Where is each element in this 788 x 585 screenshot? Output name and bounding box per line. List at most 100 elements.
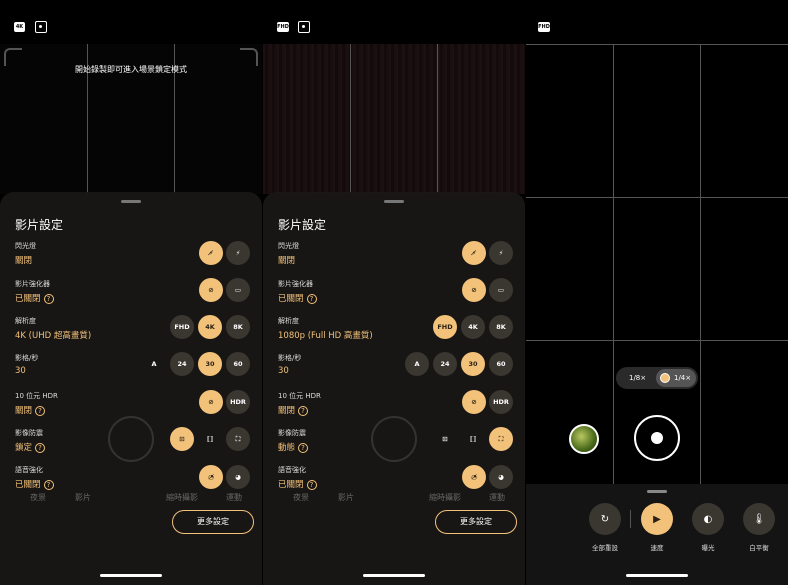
help-icon[interactable]: ? — [35, 405, 46, 416]
help-icon[interactable]: ? — [298, 442, 309, 453]
more-settings-button[interactable]: 更多設定 — [435, 510, 517, 534]
hdr-on-option[interactable]: HDR — [226, 390, 250, 414]
screen-4k-settings: 4K 開始錄製即可進入場景鎖定模式 影片設定 閃光燈 關閉 ⚡̸ ⚡ 影片強化器… — [0, 0, 262, 585]
fps-value: 30 — [278, 366, 289, 376]
active-stabilize-icon: ⛶ — [498, 434, 504, 443]
flash-on-option[interactable]: ⚡ — [489, 241, 513, 265]
help-icon[interactable]: ? — [43, 479, 54, 490]
grid-line — [350, 44, 351, 194]
enhancer-on-option[interactable]: ▭ — [226, 278, 250, 302]
panel-handle[interactable] — [647, 490, 667, 493]
resolution-fhd-option[interactable]: FHD — [170, 315, 194, 339]
video-settings-sheet: 影片設定 閃光燈 關閉 ⚡̸ ⚡ 影片強化器 已關閉? ⊘ ▭ 解析度 4K (… — [0, 192, 262, 585]
fps-30-option[interactable]: 30 — [461, 352, 485, 376]
fps-auto-option[interactable]: A — [405, 352, 429, 376]
mode-ghost: 運動 — [226, 493, 242, 502]
divider — [630, 510, 631, 528]
stabilization-active-option[interactable]: ⛶ — [489, 427, 513, 451]
resolution-4k-option[interactable]: 4K — [198, 315, 222, 339]
exposure-icon: ◐ — [703, 513, 713, 525]
enhancer-off-option[interactable]: ⊘ — [199, 278, 223, 302]
help-icon[interactable]: ? — [43, 293, 54, 304]
sheet-title: 影片設定 — [278, 218, 327, 232]
stabilization-value: 動態? — [278, 441, 309, 453]
flash-value: 關閉 — [15, 256, 33, 266]
fps-60-option[interactable]: 60 — [489, 352, 513, 376]
speech-off-option[interactable]: ◔̸ — [462, 465, 486, 489]
hdr-value: 關閉? — [278, 404, 309, 416]
stabilization-standard-option[interactable]: ⟦⟧ — [198, 427, 222, 451]
enhancer-off-option[interactable]: ⊘ — [462, 278, 486, 302]
stabilization-standard-option[interactable]: ⟦⟧ — [461, 427, 485, 451]
fps-60-option[interactable]: 60 — [226, 352, 250, 376]
help-icon[interactable]: ? — [306, 479, 317, 490]
stabilization-locked-option[interactable]: ⊡ — [433, 427, 457, 451]
help-icon[interactable]: ? — [306, 293, 317, 304]
white-balance-button[interactable]: 🌡 — [743, 503, 775, 535]
more-settings-button[interactable]: 更多設定 — [172, 510, 254, 534]
resolution-fhd-option[interactable]: FHD — [433, 315, 457, 339]
hdr-off-option[interactable]: ⊘ — [199, 390, 223, 414]
speed-option-1-8[interactable]: 1/8× — [629, 367, 646, 389]
speech-enhance-icon: ◕ — [498, 473, 504, 481]
fps-30-option[interactable]: 30 — [198, 352, 222, 376]
gesture-bar[interactable] — [363, 574, 425, 577]
speech-label: 語音強化 — [278, 466, 306, 474]
stabilize-icon: ⟦⟧ — [469, 435, 477, 443]
hdr-label: 10 位元 HDR — [15, 392, 58, 400]
help-icon[interactable]: ? — [35, 442, 46, 453]
speed-selector[interactable]: 1/8× 1/4× — [616, 367, 698, 389]
fps-24-option[interactable]: 24 — [433, 352, 457, 376]
enhancer-on-option[interactable]: ▭ — [489, 278, 513, 302]
reset-all-button[interactable]: ↻ — [589, 503, 621, 535]
hdr-on-option[interactable]: HDR — [489, 390, 513, 414]
help-icon[interactable]: ? — [298, 405, 309, 416]
flash-off-option[interactable]: ⚡̸ — [462, 241, 486, 265]
resolution-8k-option[interactable]: 8K — [226, 315, 250, 339]
flash-value: 關閉 — [278, 256, 296, 266]
grid-line — [437, 44, 438, 194]
gesture-bar[interactable] — [626, 574, 688, 577]
scan-icon[interactable] — [298, 21, 310, 33]
speech-off-icon: ◔̸ — [208, 473, 214, 481]
sheet-handle[interactable] — [384, 200, 404, 203]
enhancer-label: 影片強化器 — [278, 280, 313, 288]
scan-icon[interactable] — [35, 21, 47, 33]
speech-on-option[interactable]: ◕ — [226, 465, 250, 489]
gallery-thumbnail[interactable] — [569, 424, 599, 454]
exposure-button[interactable]: ◐ — [692, 503, 724, 535]
stabilization-active-option[interactable]: ⛶ — [226, 427, 250, 451]
resolution-8k-option[interactable]: 8K — [489, 315, 513, 339]
grid-line — [526, 44, 788, 45]
video-settings-sheet: 影片設定 閃光燈 關閉 ⚡̸ ⚡ 影片強化器 已關閉? ⊘ ▭ 解析度 1080… — [263, 192, 525, 585]
flash-on-option[interactable]: ⚡ — [226, 241, 250, 265]
speech-on-option[interactable]: ◕ — [489, 465, 513, 489]
resolution-badge-icon[interactable]: FHD — [538, 22, 550, 32]
resolution-badge-icon[interactable]: FHD — [277, 22, 289, 32]
stabilization-locked-option[interactable]: ⊡ — [170, 427, 194, 451]
fps-24-option[interactable]: 24 — [170, 352, 194, 376]
exposure-label: 曝光 — [701, 544, 715, 552]
gesture-bar[interactable] — [100, 574, 162, 577]
shutter-ghost — [108, 416, 154, 462]
fps-auto-option[interactable]: A — [142, 352, 166, 376]
speed-icon — [660, 373, 670, 383]
viewfinder[interactable] — [263, 44, 525, 194]
speech-off-icon: ◔̸ — [471, 473, 477, 481]
scene-lock-hint: 開始錄製即可進入場景鎖定模式 — [75, 65, 187, 74]
resolution-4k-option[interactable]: 4K — [461, 315, 485, 339]
flash-label: 閃光燈 — [15, 242, 36, 250]
screen-slow-motion: FHD 1/8× 1/4× ↻ ▶ ◐ 🌡 全部重設 速度 曝光 白平衡 — [526, 0, 788, 585]
speed-option-1-4[interactable]: 1/4× — [674, 367, 691, 389]
mode-ghost: 影片 — [75, 493, 91, 502]
resolution-badge-icon[interactable]: 4K — [14, 22, 25, 32]
white-balance-label: 白平衡 — [749, 544, 769, 552]
flash-off-option[interactable]: ⚡̸ — [199, 241, 223, 265]
speed-icon: ▶ — [653, 513, 661, 525]
hdr-off-option[interactable]: ⊘ — [462, 390, 486, 414]
sheet-handle[interactable] — [121, 200, 141, 203]
speed-button[interactable]: ▶ — [641, 503, 673, 535]
record-button[interactable] — [634, 415, 680, 461]
mode-ghost: 影片 — [338, 493, 354, 502]
speech-off-option[interactable]: ◔̸ — [199, 465, 223, 489]
